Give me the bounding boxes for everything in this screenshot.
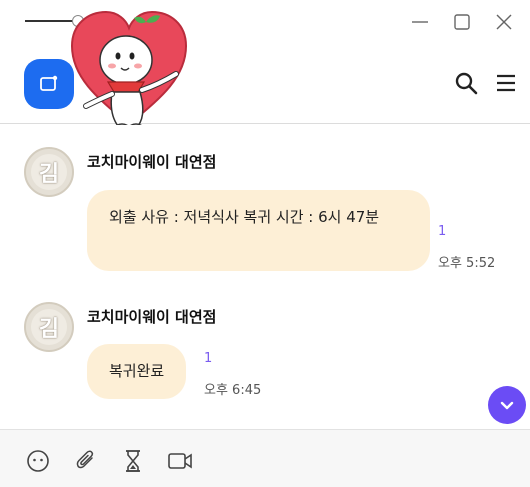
emoji-button[interactable] <box>25 448 51 474</box>
maximize-icon <box>454 14 470 30</box>
close-icon <box>496 14 512 30</box>
message-bubble[interactable]: 복귀완료 <box>87 344 187 399</box>
unread-count: 1 <box>204 351 213 366</box>
search-icon <box>455 72 478 95</box>
minimize-button[interactable] <box>408 10 432 34</box>
maximize-button[interactable] <box>450 10 474 34</box>
input-toolbar <box>0 429 530 487</box>
hourglass-icon <box>126 450 140 472</box>
avatar-glyph: 김 <box>31 154 67 190</box>
video-icon <box>168 453 192 469</box>
message-list[interactable]: 김 코치마이웨이 대연점 외출 사유 : 저녁식사 복귀 시간 : 6시 47분… <box>0 125 530 429</box>
scroll-to-bottom-button[interactable] <box>488 386 526 424</box>
message-time: 오후 6:45 <box>204 383 262 398</box>
search-button[interactable] <box>453 70 479 96</box>
attach-icon <box>76 450 94 469</box>
hourglass-button[interactable] <box>120 448 146 474</box>
menu-icon <box>497 74 515 92</box>
video-call-button[interactable] <box>167 448 193 474</box>
sender-name: 코치마이웨이 대연점 <box>87 308 217 326</box>
sender-name: 코치마이웨이 대연점 <box>87 153 217 171</box>
avatar-glyph: 김 <box>31 309 67 345</box>
new-chat-icon <box>40 75 58 91</box>
chat-header <box>0 10 530 133</box>
emoji-icon <box>27 450 49 472</box>
attach-button[interactable] <box>73 448 99 474</box>
unread-count: 1 <box>438 224 447 239</box>
message-bubble[interactable]: 외출 사유 : 저녁식사 복귀 시간 : 6시 47분 <box>87 190 430 271</box>
menu-button[interactable] <box>493 70 519 96</box>
mascot-sticker <box>70 10 188 133</box>
message-time: 오후 5:52 <box>438 256 496 271</box>
close-button[interactable] <box>492 10 516 34</box>
chevron-down-icon <box>500 401 514 410</box>
avatar[interactable]: 김 <box>24 147 74 197</box>
avatar[interactable]: 김 <box>24 302 74 352</box>
minimize-icon <box>412 21 428 23</box>
